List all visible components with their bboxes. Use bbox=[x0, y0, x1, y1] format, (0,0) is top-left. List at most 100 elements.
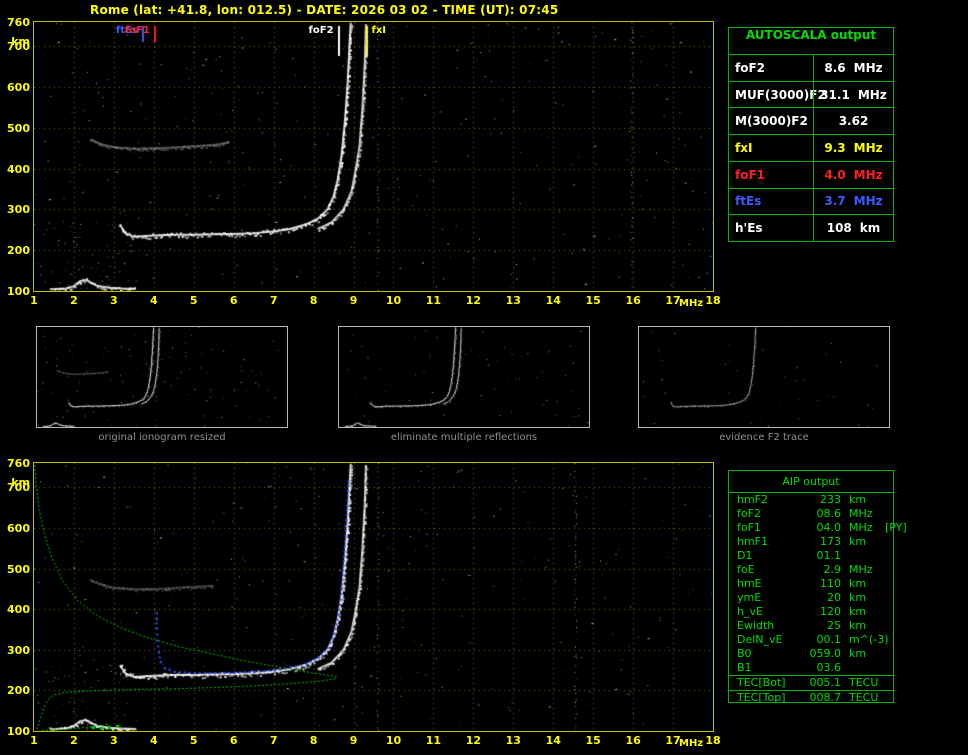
autoscala-row-foF2: foF2 8.6 MHz bbox=[729, 54, 893, 81]
thumbnail-caption-3: evidence F2 trace bbox=[719, 432, 809, 443]
autoscala-row-value: 9.3 MHz bbox=[813, 135, 893, 161]
x-axis-unit-label: MHz bbox=[679, 738, 704, 749]
aip-param-name: hmE bbox=[737, 577, 762, 590]
aip-param-name: foF2 bbox=[737, 507, 761, 520]
ionogram-plot-top: 760 700 600 500 400 300 200 100 km 1 2 3 4 5 6 7 8 9 10 11 1… bbox=[7, 16, 721, 309]
aip-param-unit: km bbox=[849, 605, 867, 618]
aip-param-value: 20 bbox=[827, 591, 841, 604]
autoscala-row-foF1: foF1 4.0 MHz bbox=[729, 160, 893, 188]
ionogram-canvas-bottom bbox=[34, 463, 713, 731]
axis-tick-label: 3 bbox=[110, 734, 118, 747]
aip-param-unit: km bbox=[849, 535, 867, 548]
aip-param-value: 25 bbox=[827, 619, 841, 632]
aip-param-value: 120 bbox=[820, 605, 841, 618]
x-axis-unit-label: MHz bbox=[679, 298, 704, 309]
axis-tick-label: 10 bbox=[385, 294, 402, 307]
value-number: 108 bbox=[826, 221, 852, 236]
axis-tick-label: 4 bbox=[149, 294, 158, 307]
thumbnail-multiple-reflections bbox=[338, 326, 590, 428]
aip-param-name: foF1 bbox=[737, 521, 761, 534]
axis-tick-label: 9 bbox=[349, 294, 358, 307]
autoscala-row-value: 108 km bbox=[813, 215, 893, 242]
axis-tick-label: 300 bbox=[7, 643, 30, 657]
value-unit: MHz bbox=[853, 167, 883, 182]
aip-param-value: 110 bbox=[820, 577, 841, 590]
aip-param-unit: m^(-3) bbox=[849, 633, 889, 646]
aip-param-value: 00.1 bbox=[816, 633, 842, 646]
value-number: 9.3 bbox=[824, 141, 846, 156]
aip-param-name: hmF1 bbox=[737, 535, 769, 548]
aip-param-value: 173 bbox=[820, 535, 841, 548]
tec-param-name: TEC[Top] bbox=[737, 691, 786, 704]
axis-tick-label: 600 bbox=[7, 521, 30, 535]
aip-param-name: ymE bbox=[737, 591, 762, 604]
autoscala-table-rows: foF2 8.6 MHz MUF(3000)F2 31.1 MHz M(3000)F2 3.6… bbox=[729, 54, 893, 242]
tec-param-unit: TECU bbox=[849, 691, 879, 704]
thumbnail-caption-2: eliminate multiple reflections bbox=[390, 432, 538, 443]
aip-row-hmF1: hmF1 173 km bbox=[729, 535, 893, 549]
axis-tick-label: 7 bbox=[269, 734, 278, 747]
aip-param-unit: km bbox=[849, 493, 867, 506]
axis-tick-label: 400 bbox=[7, 603, 30, 617]
axis-tick-label: 1 bbox=[30, 734, 38, 747]
axis-tick-label: 12 bbox=[465, 734, 481, 747]
autoscala-screen: Rome (lat: +41.8, lon: 012.5) - DATE: 20… bbox=[0, 0, 968, 755]
axis-tick-label: 8 bbox=[309, 734, 318, 747]
axis-tick-label: 6 bbox=[229, 294, 238, 307]
tec-param-unit: TECU bbox=[849, 676, 879, 689]
value-number: 8.6 bbox=[824, 60, 846, 75]
aip-row-Ewidth: Ewidth 25 km bbox=[729, 619, 893, 633]
value-unit: MHz bbox=[853, 194, 883, 209]
aip-row-ymE: ymE 20 km bbox=[729, 591, 893, 605]
tec-row-TEC[Top]: TEC[Top] 008.7 TECU bbox=[729, 690, 893, 705]
autoscala-row-ftEs: ftEs 3.7 MHz bbox=[729, 187, 893, 215]
axis-tick-label: 18 bbox=[705, 734, 721, 747]
axis-tick-label: 12 bbox=[465, 294, 481, 307]
autoscala-row-label: M(3000)F2 bbox=[735, 114, 808, 129]
aip-param-name: Ewidth bbox=[737, 619, 775, 632]
aip-row-D1: D1 01.1 bbox=[729, 549, 893, 563]
ionogram-plot-bottom: 760 700 600 500 400 300 200 100 km 1 2 3 4 5 6 7 8 9 10 11 1… bbox=[7, 457, 721, 749]
value-unit: MHz bbox=[853, 141, 883, 156]
aip-param-note: [PY] bbox=[885, 521, 907, 534]
autoscala-row-value: 4.0 MHz bbox=[813, 161, 893, 188]
axis-tick-label: 300 bbox=[7, 203, 30, 217]
axis-tick-label: 760 bbox=[7, 457, 30, 470]
aip-param-unit: MHz bbox=[849, 507, 873, 520]
value-number: 3.62 bbox=[838, 114, 869, 129]
aip-param-unit: km bbox=[849, 577, 867, 590]
autoscala-row-value: 3.62 bbox=[813, 108, 893, 135]
tec-param-value: 008.7 bbox=[809, 691, 842, 704]
axis-tick-label: 15 bbox=[585, 734, 601, 747]
autoscala-row-label: h'Es bbox=[735, 221, 763, 236]
axis-tick-label: 15 bbox=[585, 294, 601, 307]
value-number: 4.0 bbox=[824, 167, 846, 182]
autoscala-row-value: 3.7 MHz bbox=[813, 188, 893, 215]
axis-tick-label: 600 bbox=[7, 81, 30, 95]
axis-tick-label: 4 bbox=[149, 734, 158, 747]
axis-tick-label: 13 bbox=[505, 734, 521, 747]
axis-tick-label: 500 bbox=[7, 562, 30, 576]
marker-label-foF1: foF1 bbox=[124, 25, 150, 36]
aip-param-value: 04.0 bbox=[816, 521, 842, 534]
axis-tick-label: 760 bbox=[7, 16, 30, 29]
axis-tick-label: 8 bbox=[309, 294, 318, 307]
axis-tick-label: 400 bbox=[7, 162, 30, 176]
autoscala-row-label: ftEs bbox=[735, 194, 762, 209]
thumbnail-canvas-1 bbox=[37, 327, 287, 427]
aip-param-name: B1 bbox=[737, 661, 752, 674]
aip-param-unit: km bbox=[849, 591, 867, 604]
value-number: 3.7 bbox=[824, 194, 846, 209]
aip-row-foF1: foF1 04.0 MHz [PY] bbox=[729, 521, 907, 535]
aip-param-name: D1 bbox=[737, 549, 753, 562]
axis-tick-label: 13 bbox=[505, 294, 521, 307]
y-axis-unit-label: km bbox=[11, 35, 30, 48]
axis-tick-label: 200 bbox=[7, 684, 30, 698]
autoscala-row-label: foF1 bbox=[735, 167, 766, 182]
aip-param-value: 059.0 bbox=[809, 647, 842, 660]
tec-rows: TEC[Bot] 005.1 TECU TEC[Top] 008.7 TECU bbox=[729, 675, 893, 705]
value-number: 31.1 bbox=[820, 87, 850, 102]
autoscala-output-table: AUTOSCALA output foF2 8.6 MHz MUF(3000)F2 31… bbox=[728, 27, 894, 242]
autoscala-table-title: AUTOSCALA output bbox=[745, 28, 877, 42]
aip-row-B0: B0 059.0 km bbox=[729, 647, 893, 661]
